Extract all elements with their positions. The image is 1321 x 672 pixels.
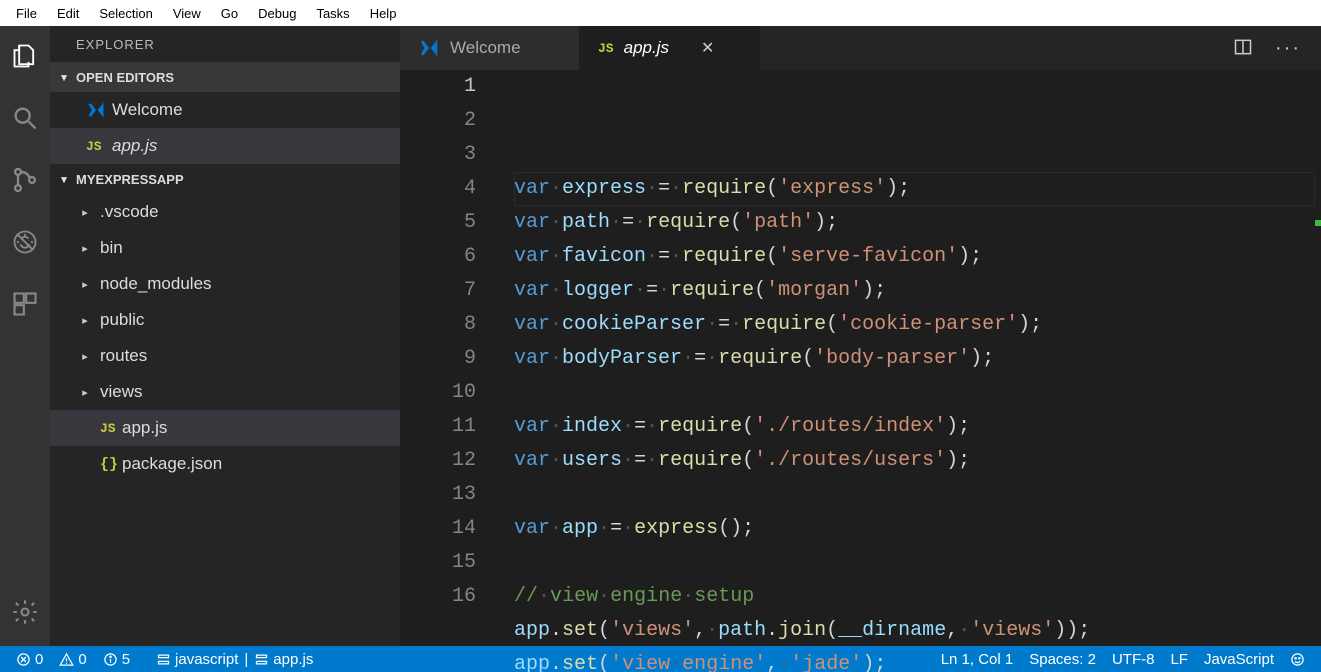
chevron-down-icon: ▾	[56, 71, 72, 84]
file-package-json[interactable]: ▸{}package.json	[50, 446, 400, 482]
menubar: File Edit Selection View Go Debug Tasks …	[0, 0, 1321, 26]
extensions-icon	[11, 290, 39, 318]
chevron-right-icon: ▸	[78, 350, 92, 363]
status-info[interactable]: 5	[97, 646, 136, 672]
chevron-right-icon: ▸	[78, 386, 92, 399]
folder-vscode[interactable]: ▸ .vscode	[50, 194, 400, 230]
status-warnings-count: 0	[78, 651, 86, 668]
chevron-down-icon: ▾	[56, 173, 72, 186]
vscode-icon	[86, 100, 112, 120]
source-control-icon	[11, 166, 39, 194]
line-number-gutter: 12345678910111213141516	[400, 70, 496, 646]
files-icon	[11, 42, 39, 70]
code-editor[interactable]: 12345678910111213141516 var·express·=·re…	[400, 70, 1321, 646]
activity-debug[interactable]	[0, 222, 50, 262]
chevron-right-icon: ▸	[78, 206, 92, 219]
tab-welcome[interactable]: Welcome	[400, 26, 580, 70]
menu-edit[interactable]: Edit	[47, 4, 89, 23]
info-icon	[103, 652, 118, 667]
code-area[interactable]: var·express·=·require('express');var·pat…	[496, 70, 1321, 646]
file-label: package.json	[122, 454, 222, 474]
menu-file[interactable]: File	[6, 4, 47, 23]
tab-label: Welcome	[450, 38, 521, 58]
search-icon	[11, 104, 39, 132]
folder-public[interactable]: ▸ public	[50, 302, 400, 338]
open-editor-welcome[interactable]: Welcome	[50, 92, 400, 128]
file-appjs[interactable]: ▸JSapp.js	[50, 410, 400, 446]
menu-go[interactable]: Go	[211, 4, 248, 23]
split-icon	[1233, 37, 1253, 57]
chevron-right-icon: ▸	[78, 278, 92, 291]
symbol-icon	[156, 652, 171, 667]
symbol-icon	[254, 652, 269, 667]
workspace-header[interactable]: ▾ MYEXPRESSAPP	[50, 164, 400, 194]
open-editor-label: Welcome	[112, 100, 183, 120]
activity-search[interactable]	[0, 98, 50, 138]
js-file-icon: JS	[598, 41, 614, 56]
workspace-label: MYEXPRESSAPP	[76, 172, 184, 187]
status-breadcrumb[interactable]: javascript | app.js	[150, 646, 319, 672]
activity-settings[interactable]	[0, 592, 50, 632]
breadcrumb-segment: javascript	[175, 651, 238, 668]
menu-view[interactable]: View	[163, 4, 211, 23]
status-warnings[interactable]: 0	[53, 646, 92, 672]
warning-icon	[59, 652, 74, 667]
json-file-icon: {}	[100, 456, 122, 473]
more-actions-button[interactable]: ···	[1275, 37, 1301, 60]
activity-bar	[0, 26, 50, 646]
gear-icon	[11, 598, 39, 626]
folder-routes[interactable]: ▸ routes	[50, 338, 400, 374]
open-editors-label: OPEN EDITORS	[76, 70, 174, 85]
open-editors-header[interactable]: ▾ OPEN EDITORS	[50, 62, 400, 92]
folder-bin[interactable]: ▸ bin	[50, 230, 400, 266]
error-icon	[16, 652, 31, 667]
chevron-right-icon: ▸	[78, 242, 92, 255]
bug-slash-icon	[11, 228, 39, 256]
explorer-sidebar: EXPLORER ▾ OPEN EDITORS Welcome JS app.j…	[50, 26, 400, 646]
close-icon[interactable]: ✕	[701, 38, 714, 58]
folder-label: .vscode	[100, 202, 159, 222]
js-file-icon: JS	[100, 421, 122, 436]
breadcrumb-segment: app.js	[273, 651, 313, 668]
status-info-count: 5	[122, 651, 130, 668]
open-editor-label: app.js	[112, 136, 157, 156]
menu-tasks[interactable]: Tasks	[306, 4, 359, 23]
open-editor-appjs[interactable]: JS app.js	[50, 128, 400, 164]
status-errors-count: 0	[35, 651, 43, 668]
folder-node-modules[interactable]: ▸ node_modules	[50, 266, 400, 302]
sidebar-title: EXPLORER	[50, 26, 400, 62]
status-errors[interactable]: 0	[10, 646, 49, 672]
vscode-icon	[418, 37, 440, 59]
tab-appjs[interactable]: JS app.js ✕	[580, 26, 760, 70]
activity-extensions[interactable]	[0, 284, 50, 324]
editor-group: Welcome JS app.js ✕ ··· 1234567891011121…	[400, 26, 1321, 646]
folder-views[interactable]: ▸ views	[50, 374, 400, 410]
menu-debug[interactable]: Debug	[248, 4, 306, 23]
tab-bar: Welcome JS app.js ✕ ···	[400, 26, 1321, 70]
folder-label: public	[100, 310, 144, 330]
menu-selection[interactable]: Selection	[89, 4, 162, 23]
folder-label: bin	[100, 238, 123, 258]
activity-explorer[interactable]	[0, 36, 50, 76]
split-editor-button[interactable]	[1233, 37, 1253, 60]
folder-label: routes	[100, 346, 147, 366]
folder-label: node_modules	[100, 274, 212, 294]
folder-label: views	[100, 382, 143, 402]
file-label: app.js	[122, 418, 167, 438]
chevron-right-icon: ▸	[78, 314, 92, 327]
menu-help[interactable]: Help	[360, 4, 407, 23]
breadcrumb-separator: |	[242, 651, 250, 668]
tab-label: app.js	[624, 38, 669, 58]
activity-git[interactable]	[0, 160, 50, 200]
js-file-icon: JS	[86, 139, 112, 154]
